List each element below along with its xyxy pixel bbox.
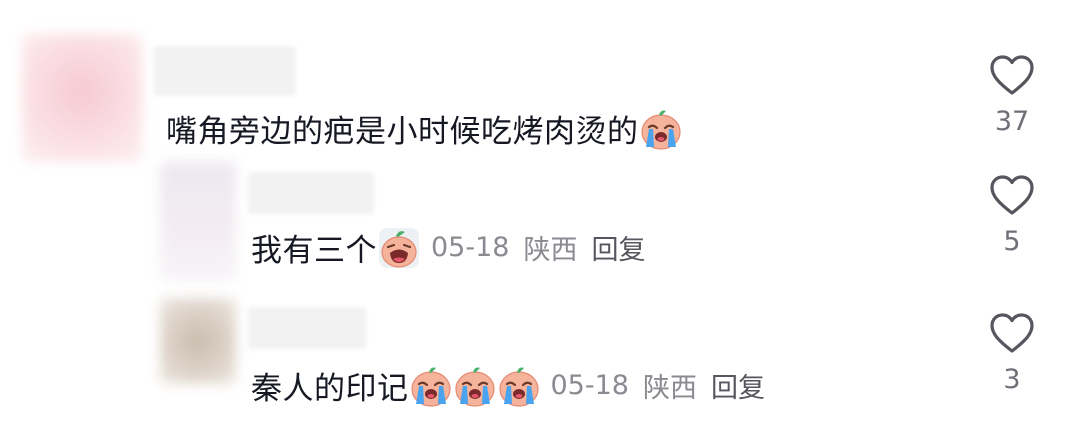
reply-location: 陕西 [523, 235, 578, 266]
username-redacted[interactable] [154, 46, 296, 96]
reply-item: 秦人的印记 05-18 陕西 回复 [251, 363, 765, 408]
wailing-peach-emoji-icon [377, 226, 421, 270]
crying-peach-emoji-icon [453, 364, 497, 408]
like-count: 3 [1003, 364, 1021, 395]
username-redacted[interactable] [248, 307, 366, 349]
reply-item: 我有三个 05-18 陕西 回复 [251, 225, 645, 270]
crying-peach-emoji-icon [639, 107, 683, 151]
avatar[interactable] [160, 162, 236, 280]
reply-date: 05-18 [550, 370, 629, 401]
comment-item: 嘴角旁边的疤是小时候吃烤肉烫的 [166, 106, 683, 151]
username-redacted[interactable] [248, 172, 374, 214]
reply-button[interactable]: 回复 [711, 366, 765, 405]
reply-text: 秦人的印记 [251, 371, 409, 407]
crying-peach-emoji-icon [497, 364, 541, 408]
avatar[interactable] [160, 298, 236, 384]
reply-date: 05-18 [431, 232, 510, 263]
avatar[interactable] [22, 34, 142, 162]
like-button[interactable]: 37 [982, 54, 1042, 137]
crying-peach-emoji-icon [409, 364, 453, 408]
reply-text: 我有三个 [251, 233, 377, 269]
like-count: 37 [994, 106, 1030, 137]
comment-text: 嘴角旁边的疤是小时候吃烤肉烫的 [166, 114, 639, 150]
like-count: 5 [1003, 226, 1021, 257]
reply-location: 陕西 [642, 373, 697, 404]
like-button[interactable]: 3 [982, 312, 1042, 395]
like-button[interactable]: 5 [982, 174, 1042, 257]
heart-outline-icon [990, 313, 1034, 353]
heart-outline-icon [990, 175, 1034, 215]
heart-outline-icon [990, 55, 1034, 95]
reply-button[interactable]: 回复 [591, 228, 645, 267]
